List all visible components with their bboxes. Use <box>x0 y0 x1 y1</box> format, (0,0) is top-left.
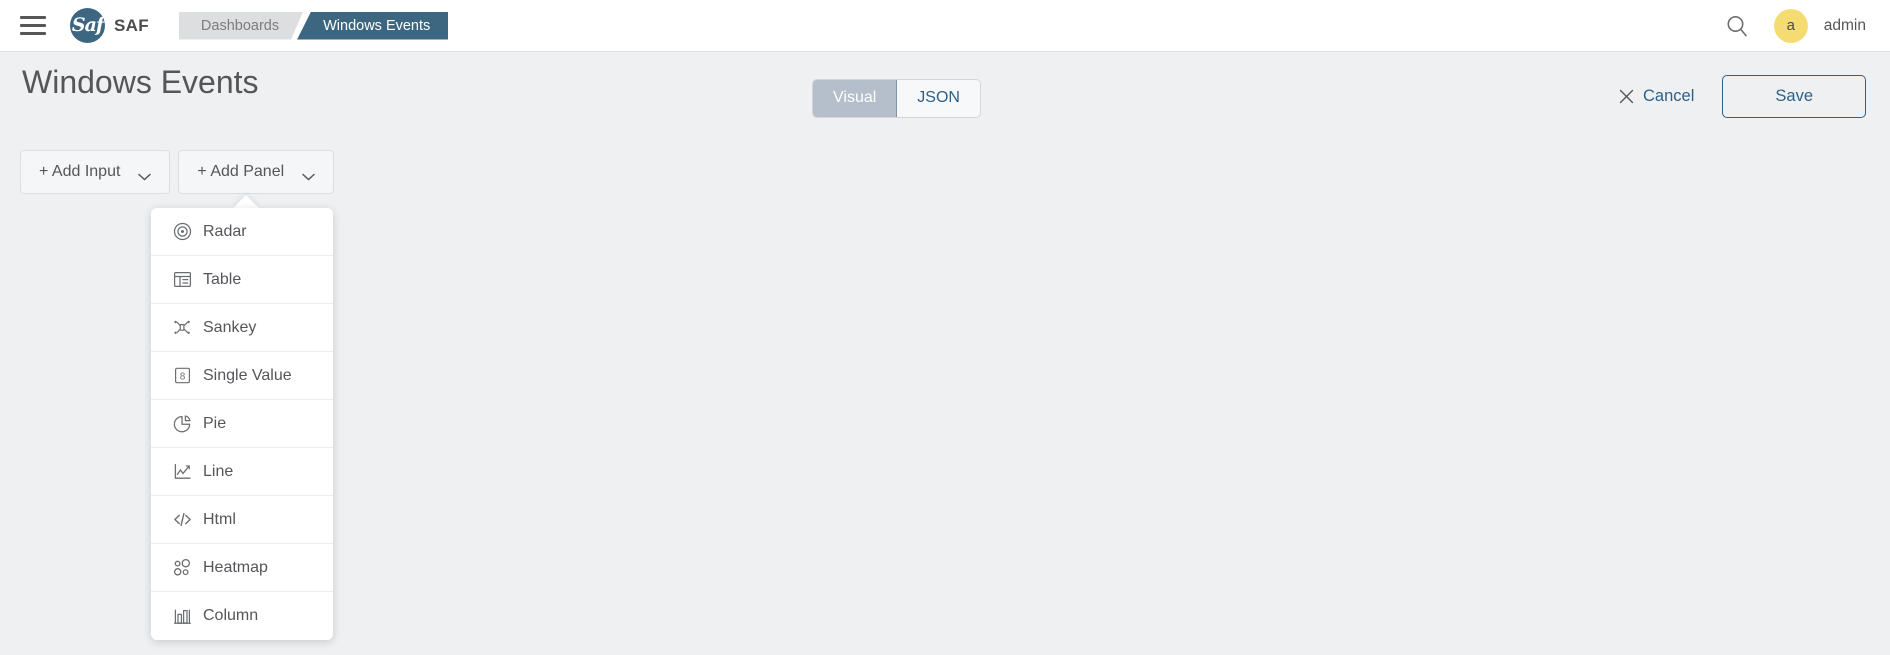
add-input-label: + Add Input <box>39 163 121 180</box>
pie-icon <box>173 414 192 433</box>
menu-item-label: Pie <box>203 414 227 432</box>
topbar-right-group: a admin <box>1724 8 1866 43</box>
menu-item-pie[interactable]: Pie <box>151 400 333 448</box>
code-icon <box>173 510 192 529</box>
hamburger-line <box>20 24 46 27</box>
hamburger-icon[interactable] <box>16 9 50 43</box>
menu-item-table[interactable]: Table <box>151 256 333 304</box>
sankey-icon <box>173 318 192 337</box>
search-icon[interactable] <box>1724 13 1750 39</box>
breadcrumb-item-dashboards[interactable]: Dashboards <box>179 12 303 40</box>
menu-item-single-value[interactable]: 8 Single Value <box>151 352 333 400</box>
top-navigation-bar: Saf SAF Dashboards Windows Events a admi… <box>0 0 1890 52</box>
add-panel-label: + Add Panel <box>197 163 285 180</box>
column-chart-icon <box>173 607 192 626</box>
menu-item-heatmap[interactable]: Heatmap <box>151 544 333 592</box>
add-panel-menu: Radar Table Sankey 8 Single Value Pie Li… <box>151 208 333 640</box>
username-label[interactable]: admin <box>1824 17 1866 35</box>
menu-item-html[interactable]: Html <box>151 496 333 544</box>
menu-item-label: Line <box>203 462 234 480</box>
chevron-down-icon <box>302 168 315 181</box>
line-chart-icon <box>173 462 192 481</box>
add-panel-dropdown-button[interactable]: + Add Panel <box>178 150 335 194</box>
logo-wordmark: SAF <box>114 15 149 35</box>
hamburger-line <box>20 32 46 35</box>
page-title: Windows Events <box>22 64 259 100</box>
menu-item-label: Html <box>203 510 236 528</box>
heatmap-icon <box>173 558 192 577</box>
breadcrumb-label: Dashboards <box>200 17 280 34</box>
avatar[interactable]: a <box>1773 8 1808 43</box>
add-input-dropdown-button[interactable]: + Add Input <box>20 150 171 194</box>
hamburger-line <box>20 16 46 19</box>
menu-item-radar[interactable]: Radar <box>151 208 333 256</box>
tab-json[interactable]: JSON <box>897 80 980 117</box>
logo-monogram: Saf <box>71 14 104 36</box>
menu-item-label: Column <box>203 607 259 624</box>
menu-item-label: Radar <box>203 222 247 240</box>
dashboard-edit-toolbar: + Add Input + Add Panel <box>20 150 335 194</box>
breadcrumb: Dashboards Windows Events <box>179 11 449 40</box>
breadcrumb-item-windows-events[interactable]: Windows Events <box>297 11 449 40</box>
table-icon <box>173 270 192 289</box>
saf-logo-icon: Saf <box>70 8 105 43</box>
tab-visual[interactable]: Visual <box>813 80 898 117</box>
menu-item-label: Single Value <box>203 366 292 384</box>
breadcrumb-label: Windows Events <box>323 17 431 34</box>
menu-item-line[interactable]: Line <box>151 448 333 496</box>
chevron-down-icon <box>138 168 152 181</box>
save-button[interactable]: Save <box>1722 75 1866 118</box>
radar-icon <box>173 222 192 241</box>
single-value-icon: 8 <box>173 366 192 385</box>
menu-item-label: Sankey <box>203 318 257 336</box>
cancel-label: Cancel <box>1643 87 1695 105</box>
dropdown-caret-icon <box>232 195 260 209</box>
close-icon <box>1619 89 1634 104</box>
menu-item-label: Heatmap <box>203 558 268 576</box>
menu-item-column[interactable]: Column <box>151 592 333 640</box>
menu-item-sankey[interactable]: Sankey <box>151 304 333 352</box>
view-mode-toggle: Visual JSON <box>812 79 981 118</box>
avatar-initial: a <box>1786 17 1795 34</box>
cancel-button[interactable]: Cancel <box>1615 79 1698 114</box>
menu-item-label: Table <box>203 270 242 288</box>
header-actions: Cancel Save <box>1615 75 1866 118</box>
app-logo[interactable]: Saf SAF <box>70 8 149 43</box>
svg-text:8: 8 <box>180 372 186 383</box>
